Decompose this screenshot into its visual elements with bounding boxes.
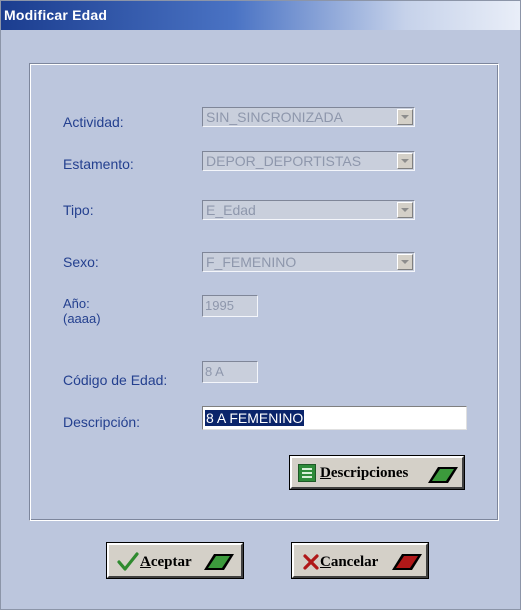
codigo-edad-field[interactable]: 8 A [202,361,258,383]
aceptar-label: Aceptar [140,554,192,570]
aceptar-button[interactable]: Aceptar [106,542,244,579]
descripcion-input[interactable]: 8 A FEMENINO [202,406,467,430]
estamento-label: Estamento: [63,156,134,172]
chevron-down-icon[interactable] [397,153,413,169]
window-title: Modificar Edad [4,7,108,23]
codigo-edad-label: Código de Edad: [63,372,168,388]
aceptar-accel: A [140,554,151,570]
green-stroke-icon [428,467,458,483]
anio-format-label: (aaaa) [63,311,101,326]
descripciones-accel: D [320,465,331,481]
descripcion-label: Descripción: [63,414,141,430]
form-group-box [29,63,499,521]
green-stroke-icon [204,554,234,570]
check-icon [117,552,139,571]
chevron-down-icon[interactable] [397,202,413,218]
cancelar-text: ancelar [330,554,379,570]
sexo-label: Sexo: [63,254,99,270]
anio-label: Año: [63,296,90,311]
cancelar-accel: C [320,554,331,570]
tipo-combo[interactable]: E_Edad [202,200,415,220]
anio-value: 1995 [205,298,234,313]
chevron-down-icon[interactable] [397,254,413,270]
title-bar[interactable]: Modificar Edad [1,1,520,30]
red-stroke-icon [392,554,422,570]
modificar-edad-window: Modificar Edad Actividad: SIN_SINCRONIZA… [0,0,521,610]
tipo-value: E_Edad [206,202,256,218]
actividad-value: SIN_SINCRONIZADA [206,109,343,125]
cancelar-button[interactable]: Cancelar [291,542,429,579]
aceptar-text: ceptar [150,554,192,570]
chevron-down-icon[interactable] [397,109,413,125]
sexo-combo[interactable]: F_FEMENINO [202,252,415,272]
tipo-label: Tipo: [63,202,94,218]
anio-field[interactable]: 1995 [202,295,258,317]
codigo-edad-value: 8 A [205,364,224,379]
descripcion-value: 8 A FEMENINO [205,410,305,426]
descripciones-text: escripciones [330,465,409,481]
descripciones-label: Descripciones [320,465,408,481]
list-icon [298,464,316,482]
cross-icon [303,554,319,570]
actividad-label: Actividad: [63,114,124,130]
sexo-value: F_FEMENINO [206,254,297,270]
cancelar-label: Cancelar [320,554,378,570]
descripciones-button[interactable]: Descripciones [289,455,465,490]
estamento-combo[interactable]: DEPOR_DEPORTISTAS [202,151,415,171]
actividad-combo[interactable]: SIN_SINCRONIZADA [202,107,415,127]
estamento-value: DEPOR_DEPORTISTAS [206,153,362,169]
